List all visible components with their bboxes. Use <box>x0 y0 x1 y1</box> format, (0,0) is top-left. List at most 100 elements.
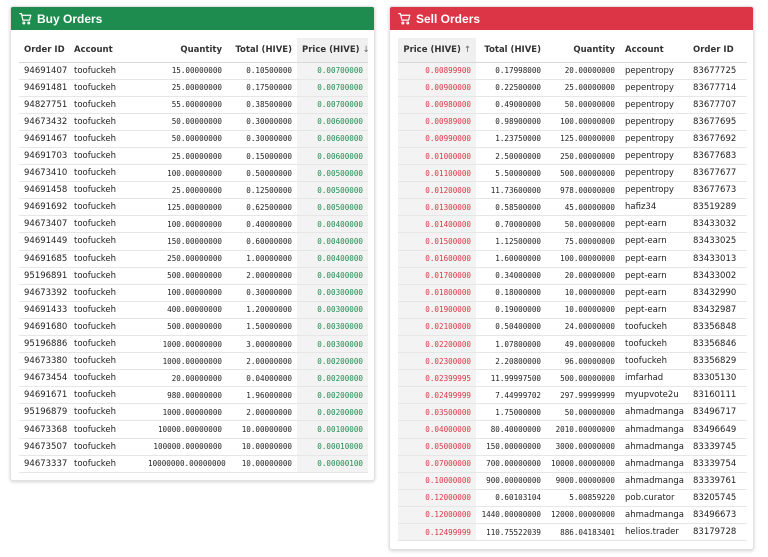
sell-order-row[interactable]: 0.05000000 150.00000000 3000.00000000 ahmad… <box>398 438 747 456</box>
buy-order-row[interactable]: 94691703 toofuckeh 25.00000000 0.15000000 0.… <box>19 147 368 166</box>
buy-order-row[interactable]: 94691685 toofuckeh 250.00000000 1.00000000 0… <box>19 250 368 268</box>
sell-col-price[interactable]: Price (HIVE) ↑ <box>398 38 476 63</box>
buy-order-row[interactable]: 94691433 toofuckeh 400.00000000 1.20000000 0… <box>19 301 368 319</box>
buy-order-row[interactable]: 94691407 toofuckeh 15.00000000 0.10500000 0.… <box>19 62 368 80</box>
account-cell: toofuckeh <box>69 96 143 114</box>
buy-order-row[interactable]: 94673337 toofuckeh 10000000.00000000 10.000… <box>19 455 368 473</box>
total-cell: 900.00000000 <box>476 472 546 490</box>
sell-order-row[interactable]: 0.01000000 2.50000000 250.00000000 pepentro… <box>398 147 747 166</box>
price-cell: 0.01800000 <box>398 284 476 302</box>
buy-order-row[interactable]: 94691481 toofuckeh 25.00000000 0.17500000 0.… <box>19 79 368 97</box>
buy-order-row[interactable]: 94691467 toofuckeh 50.00000000 0.30000000 0.… <box>19 130 368 148</box>
sell-order-row[interactable]: 0.00900000 0.22500000 25.00000000 pepentrop… <box>398 79 747 97</box>
quantity-cell: 100.00000000 <box>546 113 620 131</box>
buy-order-row[interactable]: 94673507 toofuckeh 100000.00000000 10.00000… <box>19 438 368 456</box>
sell-col-total[interactable]: Total (HIVE) <box>476 38 546 63</box>
buy-order-row[interactable]: 94673380 toofuckeh 1000.00000000 2.00000000… <box>19 352 368 371</box>
order-id-cell: 83339745 <box>688 438 747 456</box>
order-id-cell: 83677725 <box>688 62 747 80</box>
sell-order-row[interactable]: 0.01300000 0.58500000 45.00000000 hafiz34 83… <box>398 198 747 217</box>
price-cell: 0.12000000 <box>398 489 476 507</box>
sell-order-row[interactable]: 0.01900000 0.19000000 10.00000000 pept-earn… <box>398 301 747 319</box>
order-id-cell: 83677714 <box>688 79 747 97</box>
quantity-cell: 50.00000000 <box>546 403 620 422</box>
sell-order-row[interactable]: 0.12499999 110.75522039 886.04183401 helios… <box>398 523 747 542</box>
buy-col-order-id[interactable]: Order ID <box>19 38 69 63</box>
sell-order-row[interactable]: 0.01700000 0.34000000 20.00000000 pept-earn… <box>398 267 747 285</box>
total-cell: 7.44999702 <box>476 386 546 405</box>
total-cell: 0.17998000 <box>476 62 546 80</box>
total-cell: 2.00000000 <box>227 352 297 371</box>
order-id-cell: 83205745 <box>688 489 747 507</box>
sell-order-row[interactable]: 0.00990000 1.23750000 125.00000000 pepentro… <box>398 130 747 148</box>
buy-order-row[interactable]: 95196891 toofuckeh 500.00000000 2.00000000 0… <box>19 267 368 285</box>
account-cell: hafiz34 <box>620 198 688 217</box>
buy-order-row[interactable]: 94691449 toofuckeh 150.00000000 0.60000000 0… <box>19 232 368 251</box>
sell-order-row[interactable]: 0.01100000 5.50000000 500.00000000 pepentro… <box>398 164 747 183</box>
total-cell: 150.00000000 <box>476 438 546 456</box>
sell-order-row[interactable]: 0.04000000 80.40000000 2010.00000000 ahmadm… <box>398 420 747 439</box>
sell-order-row[interactable]: 0.02100000 0.50400000 24.00000000 toofuckeh… <box>398 318 747 337</box>
buy-col-total[interactable]: Total (HIVE) <box>227 38 297 63</box>
buy-col-quantity[interactable]: Quantity <box>143 38 227 63</box>
sell-orders-header: Sell Orders <box>390 7 753 30</box>
account-cell: toofuckeh <box>69 250 143 268</box>
buy-order-row[interactable]: 94691680 toofuckeh 500.00000000 1.50000000 0… <box>19 318 368 337</box>
sell-col-quantity[interactable]: Quantity <box>546 38 620 63</box>
order-id-cell: 94691433 <box>19 301 69 319</box>
order-id-cell: 94673507 <box>19 438 69 456</box>
sell-order-row[interactable]: 0.01400000 0.70000000 50.00000000 pept-earn… <box>398 215 747 234</box>
sell-order-row[interactable]: 0.12000000 0.60103104 5.00859220 pob.curato… <box>398 489 747 507</box>
buy-order-row[interactable]: 94673368 toofuckeh 10000.00000000 10.000000… <box>19 420 368 439</box>
price-cell: 0.05000000 <box>398 438 476 456</box>
buy-order-row[interactable]: 95196886 toofuckeh 1000.00000000 3.00000000… <box>19 335 368 354</box>
sell-order-row[interactable]: 0.02200000 1.07800000 49.00000000 toofuckeh… <box>398 335 747 354</box>
quantity-cell: 10000.00000000 <box>143 420 227 439</box>
sell-col-account[interactable]: Account <box>620 38 688 63</box>
sell-order-row[interactable]: 0.03500000 1.75000000 50.00000000 ahmadmang… <box>398 403 747 422</box>
sell-order-row[interactable]: 0.01600000 1.60000000 100.00000000 pept-ear… <box>398 250 747 268</box>
quantity-cell: 1000.00000000 <box>143 403 227 422</box>
buy-order-row[interactable]: 94673410 toofuckeh 100.00000000 0.50000000 0… <box>19 164 368 183</box>
buy-order-row[interactable]: 94673432 toofuckeh 50.00000000 0.30000000 0.… <box>19 113 368 131</box>
price-cell: 0.01500000 <box>398 232 476 251</box>
sell-order-row[interactable]: 0.00989000 0.98900000 100.00000000 pepentro… <box>398 113 747 131</box>
price-cell: 0.00600000 <box>297 147 368 166</box>
account-cell: pepentropy <box>620 164 688 183</box>
total-cell: 11.73600000 <box>476 181 546 200</box>
price-cell: 0.00600000 <box>297 113 368 131</box>
total-cell: 0.58500000 <box>476 198 546 217</box>
price-cell: 0.00200000 <box>297 352 368 371</box>
account-cell: myupvote2u <box>620 386 688 405</box>
sell-order-row[interactable]: 0.00980000 0.49000000 50.00000000 pepentrop… <box>398 96 747 114</box>
buy-order-row[interactable]: 94673454 toofuckeh 20.00000000 0.04000000 0.… <box>19 369 368 388</box>
buy-order-row[interactable]: 94673392 toofuckeh 100.00000000 0.30000000 0… <box>19 284 368 302</box>
buy-order-row[interactable]: 94827751 toofuckeh 55.00000000 0.38500000 0.… <box>19 96 368 114</box>
buy-table-header-row: Order ID Account Quantity Total (HIVE) P… <box>19 38 370 63</box>
buy-order-row[interactable]: 94691671 toofuckeh 980.00000000 1.96000000 0… <box>19 386 368 405</box>
buy-col-account[interactable]: Account <box>69 38 143 63</box>
order-id-cell: 94691680 <box>19 318 69 337</box>
sell-order-row[interactable]: 0.02499999 7.44999702 297.99999999 myupvote… <box>398 386 747 405</box>
sell-order-row[interactable]: 0.01800000 0.18000000 10.00000000 pept-earn… <box>398 284 747 302</box>
price-cell: 0.04000000 <box>398 420 476 439</box>
buy-order-row[interactable]: 94673407 toofuckeh 100.00000000 0.40000000 0… <box>19 215 368 234</box>
sell-order-row[interactable]: 0.01500000 1.12500000 75.00000000 pept-earn… <box>398 232 747 251</box>
sell-col-order-id[interactable]: Order ID <box>688 38 747 63</box>
sell-order-row[interactable]: 0.02300000 2.20800000 96.00000000 toofuckeh… <box>398 352 747 371</box>
quantity-cell: 20.00000000 <box>546 267 620 285</box>
buy-col-price[interactable]: Price (HIVE) ↓ <box>297 38 370 63</box>
price-cell: 0.01100000 <box>398 164 476 183</box>
sell-order-row[interactable]: 0.02399995 11.99997500 500.00000000 imfarha… <box>398 369 747 388</box>
sell-order-row[interactable]: 0.12000000 1440.00000000 12000.00000000 ahm… <box>398 506 747 525</box>
sell-order-row[interactable]: 0.00899900 0.17998000 20.00000000 pepentrop… <box>398 62 747 80</box>
price-cell: 0.00200000 <box>297 386 368 405</box>
total-cell: 80.40000000 <box>476 420 546 439</box>
buy-order-row[interactable]: 95196879 toofuckeh 1000.00000000 2.00000000… <box>19 403 368 422</box>
buy-order-row[interactable]: 94691692 toofuckeh 125.00000000 0.62500000 0… <box>19 198 368 217</box>
sell-order-row[interactable]: 0.10000000 900.00000000 9000.00000000 ahmad… <box>398 472 747 490</box>
buy-order-row[interactable]: 94691458 toofuckeh 25.00000000 0.12500000 0.… <box>19 181 368 200</box>
order-id-cell: 83433013 <box>688 250 747 268</box>
sell-order-row[interactable]: 0.07000000 700.00000000 10000.00000000 ahma… <box>398 455 747 473</box>
sell-order-row[interactable]: 0.01200000 11.73600000 978.00000000 pepentr… <box>398 181 747 200</box>
